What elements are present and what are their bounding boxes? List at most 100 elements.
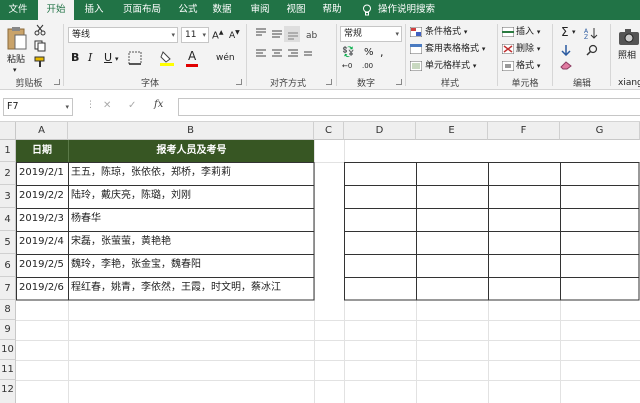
delete-cells-button[interactable]: 删除 ▾	[516, 43, 540, 55]
paste-dropdown[interactable]: ▾	[13, 64, 17, 76]
row-header-2[interactable]: 2	[0, 162, 16, 185]
header-cell-examinees[interactable]: 报考人员及考号	[68, 140, 314, 162]
conditional-format-icon	[410, 27, 422, 37]
date-cell[interactable]: 2019/2/3	[17, 208, 68, 231]
formula-bar: F7 ▾ ⋮ ✕ ✓ fx	[0, 91, 640, 121]
cell-styles-button[interactable]: 单元格样式 ▾	[425, 60, 476, 72]
sort-filter-icon[interactable]: AZ	[584, 27, 598, 39]
date-cell[interactable]: 2019/2/6	[17, 277, 68, 300]
underline-button[interactable]: U	[104, 52, 112, 64]
row-header-7[interactable]: 7	[0, 277, 16, 300]
alignment-buttons-icon[interactable]: ab	[254, 26, 324, 66]
tab-page-layout[interactable]: 页面布局	[114, 0, 170, 20]
font-size-select[interactable]: 11 ▾	[181, 27, 209, 43]
percent-icon[interactable]: %	[364, 47, 374, 58]
row-header-11[interactable]: 11	[0, 360, 16, 380]
column-header-f[interactable]: F	[488, 122, 560, 140]
header-cell-date[interactable]: 日期	[16, 140, 68, 162]
row-header-9[interactable]: 9	[0, 320, 16, 340]
examinees-cell[interactable]: 宋磊，张萤萤，黄艳艳	[69, 231, 313, 254]
date-cell[interactable]: 2019/2/5	[17, 254, 68, 277]
camera-button[interactable]: 照相	[618, 50, 636, 62]
font-name-select[interactable]: 等线 ▾	[68, 27, 178, 43]
row-header-5[interactable]: 5	[0, 231, 16, 254]
phonetic-guide-icon[interactable]: wén	[216, 52, 235, 64]
grow-font-icon[interactable]: A▲	[212, 29, 223, 41]
insert-function-icon[interactable]: fx	[154, 99, 163, 110]
camera-icon[interactable]	[618, 28, 640, 46]
examinees-cell[interactable]: 王五，陈琼，张依依，郑桥，李莉莉	[69, 162, 313, 185]
tab-help[interactable]: 帮助	[316, 0, 348, 20]
underline-dropdown[interactable]: ▾	[115, 53, 119, 65]
cell-styles-label: 单元格样式	[425, 61, 471, 71]
row-header-12[interactable]: 12	[0, 380, 16, 403]
group-divider	[497, 24, 498, 86]
comma-style-icon[interactable]: ,	[380, 46, 384, 59]
examinees-cell[interactable]: 魏玲，李艳，张金宝，魏春阳	[69, 254, 313, 277]
date-cell[interactable]: 2019/2/1	[17, 162, 68, 185]
row-header-1[interactable]: 1	[0, 140, 16, 162]
tab-home[interactable]: 开始	[38, 0, 74, 20]
enter-icon[interactable]: ✓	[128, 100, 136, 111]
column-header-g[interactable]: G	[560, 122, 640, 140]
format-painter-icon[interactable]	[34, 56, 46, 68]
bold-button[interactable]: B	[71, 52, 79, 64]
examinees-cell[interactable]: 杨春华	[69, 208, 313, 231]
tab-view[interactable]: 视图	[280, 0, 312, 20]
decrease-decimal-icon[interactable]: .00	[362, 62, 373, 70]
fill-icon[interactable]	[560, 44, 572, 56]
font-launcher[interactable]	[236, 79, 242, 85]
tab-formulas[interactable]: 公式	[172, 0, 204, 20]
row-header-4[interactable]: 4	[0, 208, 16, 231]
shrink-font-icon[interactable]: A▼	[229, 29, 240, 41]
insert-cells-button[interactable]: 插入 ▾	[516, 26, 540, 38]
camera-group-label: xiang	[618, 78, 640, 88]
tab-file[interactable]: 文件	[0, 0, 36, 20]
lightbulb-icon	[363, 4, 371, 16]
format-cells-button[interactable]: 格式 ▾	[516, 60, 540, 72]
column-header-e[interactable]: E	[416, 122, 488, 140]
worksheet-grid[interactable]: A B C D E F G 1 2 3 4 5 6 7 8 9 10 11 12…	[0, 121, 640, 403]
find-select-icon[interactable]	[586, 44, 598, 56]
column-header-c[interactable]: C	[314, 122, 344, 140]
row-header-10[interactable]: 10	[0, 340, 16, 360]
number-format-select[interactable]: 常规 ▾	[340, 26, 402, 42]
format-as-table-button[interactable]: 套用表格格式 ▾	[425, 43, 485, 55]
cancel-icon[interactable]: ✕	[103, 100, 111, 111]
font-color-icon[interactable]: A	[188, 50, 196, 62]
borders-icon[interactable]	[128, 51, 142, 65]
column-header-d[interactable]: D	[344, 122, 416, 140]
tab-insert[interactable]: 插入	[78, 0, 110, 20]
tab-review[interactable]: 审阅	[244, 0, 276, 20]
tell-me-search[interactable]: 操作说明搜索	[378, 0, 435, 20]
paste-icon[interactable]	[6, 26, 28, 52]
italic-button[interactable]: I	[88, 52, 92, 64]
gridline	[68, 300, 69, 403]
tab-data[interactable]: 数据	[206, 0, 238, 20]
row-header-8[interactable]: 8	[0, 300, 16, 320]
column-header-a[interactable]: A	[16, 122, 68, 140]
row-header-3[interactable]: 3	[0, 185, 16, 208]
fill-color-icon[interactable]	[160, 50, 174, 66]
cut-icon[interactable]	[34, 24, 46, 36]
clipboard-launcher[interactable]	[54, 79, 60, 85]
conditional-format-button[interactable]: 条件格式 ▾	[425, 26, 467, 38]
column-header-b[interactable]: B	[68, 122, 314, 140]
autosum-icon[interactable]: Σ	[561, 25, 569, 39]
name-box[interactable]: F7 ▾	[3, 98, 73, 116]
font-group-label: 字体	[140, 79, 159, 89]
date-cell[interactable]: 2019/2/4	[17, 231, 68, 254]
clear-icon[interactable]	[560, 60, 572, 70]
examinees-cell[interactable]: 陆玲，戴庆亮，陈璐，刘刚	[69, 185, 313, 208]
date-cell[interactable]: 2019/2/2	[17, 185, 68, 208]
alignment-launcher[interactable]	[326, 79, 332, 85]
number-launcher[interactable]	[396, 79, 402, 85]
select-all-corner[interactable]	[0, 122, 16, 140]
examinees-cell[interactable]: 程红春，姚青，李依然，王霞，时文明，蔡冰江	[69, 277, 313, 300]
currency-icon[interactable]: 💱	[342, 47, 354, 58]
increase-decimal-icon[interactable]: ←0	[342, 62, 352, 70]
copy-icon[interactable]	[34, 40, 46, 52]
formula-input[interactable]	[178, 98, 640, 116]
row-header-6[interactable]: 6	[0, 254, 16, 277]
chevron-down-icon[interactable]: ▾	[572, 28, 576, 36]
